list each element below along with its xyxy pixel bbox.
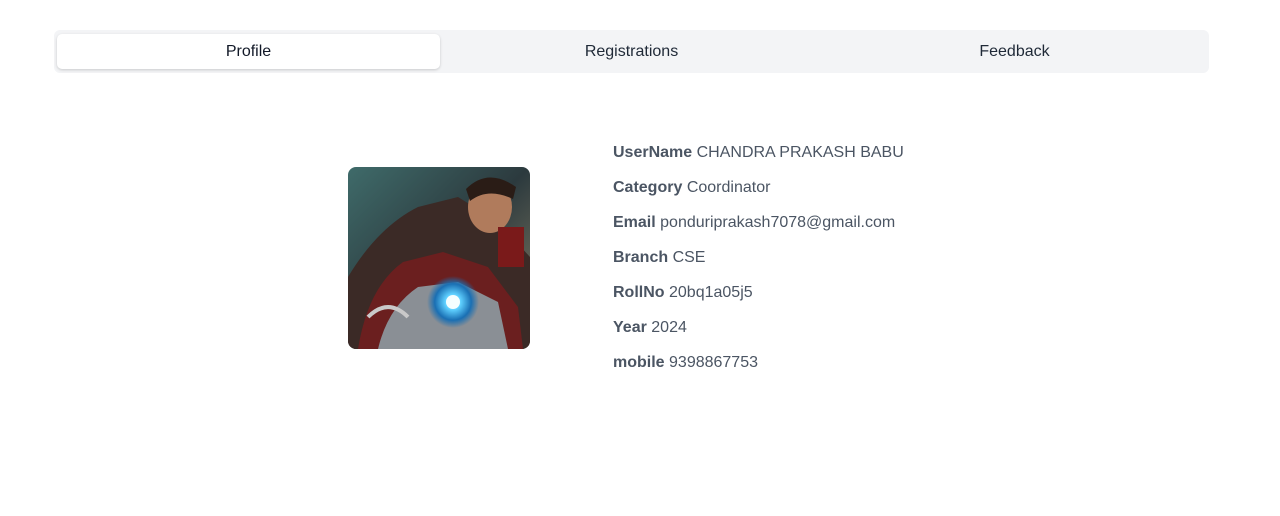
avatar	[348, 167, 530, 349]
profile-row-username: UserName CHANDRA PRAKASH BABU	[613, 141, 904, 176]
field-value: ponduriprakash7078@gmail.com	[660, 214, 896, 231]
field-value: CHANDRA PRAKASH BABU	[696, 144, 904, 161]
tab-bar: Profile Registrations Feedback	[54, 30, 1209, 73]
tab-feedback[interactable]: Feedback	[823, 34, 1206, 69]
field-label: Category	[613, 179, 683, 196]
field-label: mobile	[613, 354, 665, 371]
field-label: RollNo	[613, 284, 665, 301]
field-label: Branch	[613, 249, 669, 266]
profile-row-year: Year 2024	[613, 316, 904, 351]
profile-row-email: Email ponduriprakash7078@gmail.com	[613, 211, 904, 246]
field-label: Email	[613, 214, 656, 231]
profile-details: UserName CHANDRA PRAKASH BABU Category C…	[613, 141, 904, 386]
field-value: 2024	[651, 319, 687, 336]
tab-profile[interactable]: Profile	[57, 34, 440, 69]
field-label: UserName	[613, 144, 693, 161]
profile-row-branch: Branch CSE	[613, 246, 904, 281]
field-value: CSE	[672, 249, 706, 266]
field-value: Coordinator	[686, 179, 771, 196]
avatar-image	[348, 167, 530, 349]
profile-row-rollno: RollNo 20bq1a05j5	[613, 281, 904, 316]
tab-registrations[interactable]: Registrations	[440, 34, 823, 69]
profile-row-category: Category Coordinator	[613, 176, 904, 211]
field-value: 20bq1a05j5	[669, 284, 753, 301]
field-value: 9398867753	[669, 354, 758, 371]
field-label: Year	[613, 319, 647, 336]
profile-row-mobile: mobile 9398867753	[613, 351, 904, 386]
